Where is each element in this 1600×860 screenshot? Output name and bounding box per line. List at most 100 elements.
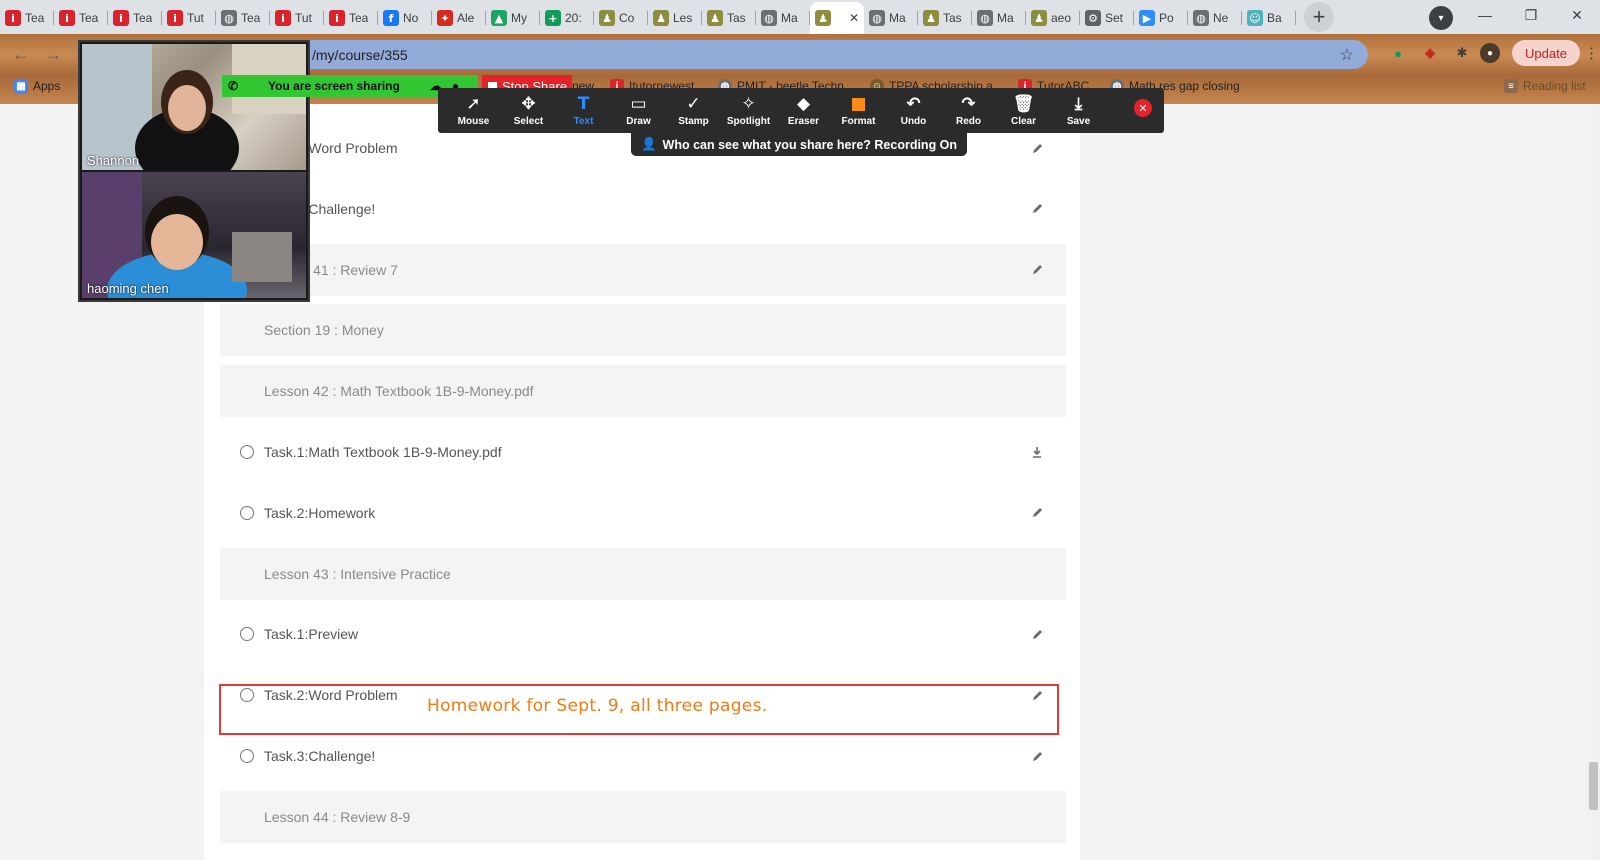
task-radio-icon[interactable]: [240, 749, 254, 763]
tab-favicon-icon: ◍: [977, 10, 993, 26]
browser-tab[interactable]: ▶ Po: [1134, 2, 1188, 34]
back-icon[interactable]: ←: [12, 44, 30, 65]
tool-save[interactable]: ⤓ Save: [1051, 88, 1106, 133]
tool-mouse[interactable]: ➚ Mouse: [446, 88, 501, 133]
task-row[interactable]: Task.3:Challenge!: [220, 730, 1066, 782]
menu-kebab-icon[interactable]: ⋮: [1584, 44, 1599, 62]
annotation-toolbar: ➚ Mouse ✥ Select T Text ▭ Draw ✓ Stamp ✧ Spotlight ◆…: [438, 88, 1164, 133]
tool-spotlight[interactable]: ✧ Spotlight: [721, 88, 776, 133]
task-radio-icon[interactable]: [240, 505, 254, 520]
browser-tab[interactable]: ♟ Les: [648, 2, 702, 34]
browser-tab[interactable]: ⚙ Set: [1080, 2, 1134, 34]
forward-icon[interactable]: →: [44, 44, 62, 65]
tab-favicon-icon: i: [113, 10, 129, 26]
edit-pencil-icon[interactable]: [1028, 139, 1046, 157]
download-icon[interactable]: [1028, 443, 1046, 461]
screen: i Tea i Tea i Tea i Tut ◍ Tea i Tut i Tea f No ✦ Ale ▲ My +2…: [0, 0, 1600, 860]
tool-eraser[interactable]: ◆ Eraser: [776, 88, 831, 133]
browser-tab[interactable]: ♟ Tas: [702, 2, 756, 34]
browser-tab[interactable]: i Tut: [270, 2, 324, 34]
lesson-header-row[interactable]: Lesson 41 : Review 7: [220, 243, 1066, 296]
tool-select[interactable]: ✥ Select: [501, 88, 556, 133]
update-button[interactable]: Update: [1512, 40, 1580, 66]
edit-pencil-icon[interactable]: [1028, 200, 1046, 218]
browser-tab[interactable]: ♟ ✕: [810, 2, 864, 34]
row-label: Lesson 42 : Math Textbook 1B-9-Money.pdf: [264, 383, 534, 400]
browser-tab[interactable]: i Tea: [54, 2, 108, 34]
browser-tab[interactable]: ♟ Co: [594, 2, 648, 34]
tab-label: Tut: [187, 11, 204, 25]
puzzle-icon[interactable]: ✱: [1452, 43, 1472, 63]
tab-label: aeo: [1051, 11, 1072, 25]
tab-label: Tas: [943, 11, 962, 25]
phone-icon: ✆: [228, 79, 239, 93]
new-tab-button[interactable]: +: [1304, 2, 1334, 32]
minimize-button[interactable]: —: [1462, 0, 1508, 30]
scrollbar-thumb[interactable]: [1589, 762, 1598, 810]
who-can-see-bar[interactable]: 👤 Who can see what you share here? Recor…: [631, 133, 967, 156]
browser-tab[interactable]: f No: [378, 2, 432, 34]
page-scrollbar[interactable]: [1586, 104, 1600, 860]
tool-redo[interactable]: ↷ Redo: [941, 88, 996, 133]
task-radio-icon[interactable]: [240, 627, 254, 642]
tab-close-icon[interactable]: ✕: [849, 11, 859, 25]
browser-tab[interactable]: i Tut: [162, 2, 216, 34]
profile-avatar[interactable]: ●: [1480, 43, 1500, 63]
task-row[interactable]: Task.3:Challenge!: [220, 183, 1066, 235]
lesson-header-row[interactable]: Lesson 43 : Intensive Practice: [220, 547, 1066, 600]
extension-icon[interactable]: ●: [1388, 43, 1408, 63]
bookmark-apps[interactable]: ▦ Apps: [14, 72, 60, 100]
task-row[interactable]: Task.2:Homework: [220, 487, 1066, 539]
browser-tab[interactable]: i Tea: [0, 2, 54, 34]
edit-pencil-icon[interactable]: [1028, 747, 1046, 765]
browser-tab[interactable]: ♟ aeo: [1026, 2, 1080, 34]
browser-tab[interactable]: ◍ Ma: [864, 2, 918, 34]
browser-tab[interactable]: ◍ Ne: [1188, 2, 1242, 34]
browser-tab[interactable]: +20:: [540, 2, 594, 34]
browser-tab[interactable]: ◍ Ma: [756, 2, 810, 34]
close-annotation-icon[interactable]: ✕: [1134, 99, 1152, 117]
lesson-header-row[interactable]: Lesson 42 : Math Textbook 1B-9-Money.pdf: [220, 365, 1066, 418]
browser-tab[interactable]: ♟ Tas: [918, 2, 972, 34]
browser-tab[interactable]: ▲ My: [486, 2, 540, 34]
browser-tab[interactable]: i Tea: [108, 2, 162, 34]
edit-pencil-icon[interactable]: [1028, 504, 1046, 522]
edit-pencil-icon[interactable]: [1028, 625, 1046, 643]
tab-label: Ma: [889, 11, 906, 25]
task-row[interactable]: Task.1:Preview: [220, 608, 1066, 660]
lesson-header-row[interactable]: Section 19 : Money: [220, 304, 1066, 357]
video-tile-shannon[interactable]: Shannon: [82, 44, 306, 170]
tool-label: Clear: [1010, 116, 1036, 127]
tab-label: Tea: [241, 11, 261, 25]
tab-search-icon[interactable]: ▾: [1429, 6, 1453, 30]
browser-tab[interactable]: ✦ Ale: [432, 2, 486, 34]
tool-label: Select: [513, 116, 544, 127]
tab-favicon-icon: i: [329, 10, 345, 26]
task-row[interactable]: Task.1:Math Textbook 1B-9-Money.pdf: [220, 426, 1066, 478]
tool-text[interactable]: T Text: [556, 88, 611, 133]
close-window-button[interactable]: ✕: [1554, 0, 1600, 30]
lesson-header-row[interactable]: Lesson 44 : Review 8-9: [220, 790, 1066, 843]
tool-label: Draw: [626, 116, 651, 127]
browser-tab[interactable]: ☺ Ba: [1242, 2, 1296, 34]
maximize-button[interactable]: ❐: [1508, 0, 1554, 30]
tool-undo[interactable]: ↶ Undo: [886, 88, 941, 133]
tool-format[interactable]: ■ Format: [831, 88, 886, 133]
tab-favicon-icon: +: [545, 10, 561, 26]
mouse-icon: ➚: [466, 94, 481, 114]
task-radio-icon[interactable]: [240, 445, 254, 459]
tool-clear[interactable]: 🗑 Clear: [996, 88, 1051, 133]
bookmark-star-icon[interactable]: ☆: [1340, 45, 1354, 65]
browser-tab[interactable]: i Tea: [324, 2, 378, 34]
video-tile-haoming[interactable]: haoming chen: [82, 172, 306, 298]
browser-tab[interactable]: ◍ Ma: [972, 2, 1026, 34]
tool-label: Spotlight: [726, 116, 771, 127]
address-bar[interactable]: /my/course/355 ☆: [292, 40, 1368, 69]
ublock-icon[interactable]: ◈: [1420, 43, 1440, 63]
tool-stamp[interactable]: ✓ Stamp: [666, 88, 721, 133]
address-url: /my/course/355: [312, 46, 408, 63]
browser-tab[interactable]: ◍ Tea: [216, 2, 270, 34]
tool-draw[interactable]: ▭ Draw: [611, 88, 666, 133]
edit-pencil-icon[interactable]: [1028, 261, 1046, 279]
reading-list[interactable]: ≡ Reading list: [1504, 72, 1586, 100]
